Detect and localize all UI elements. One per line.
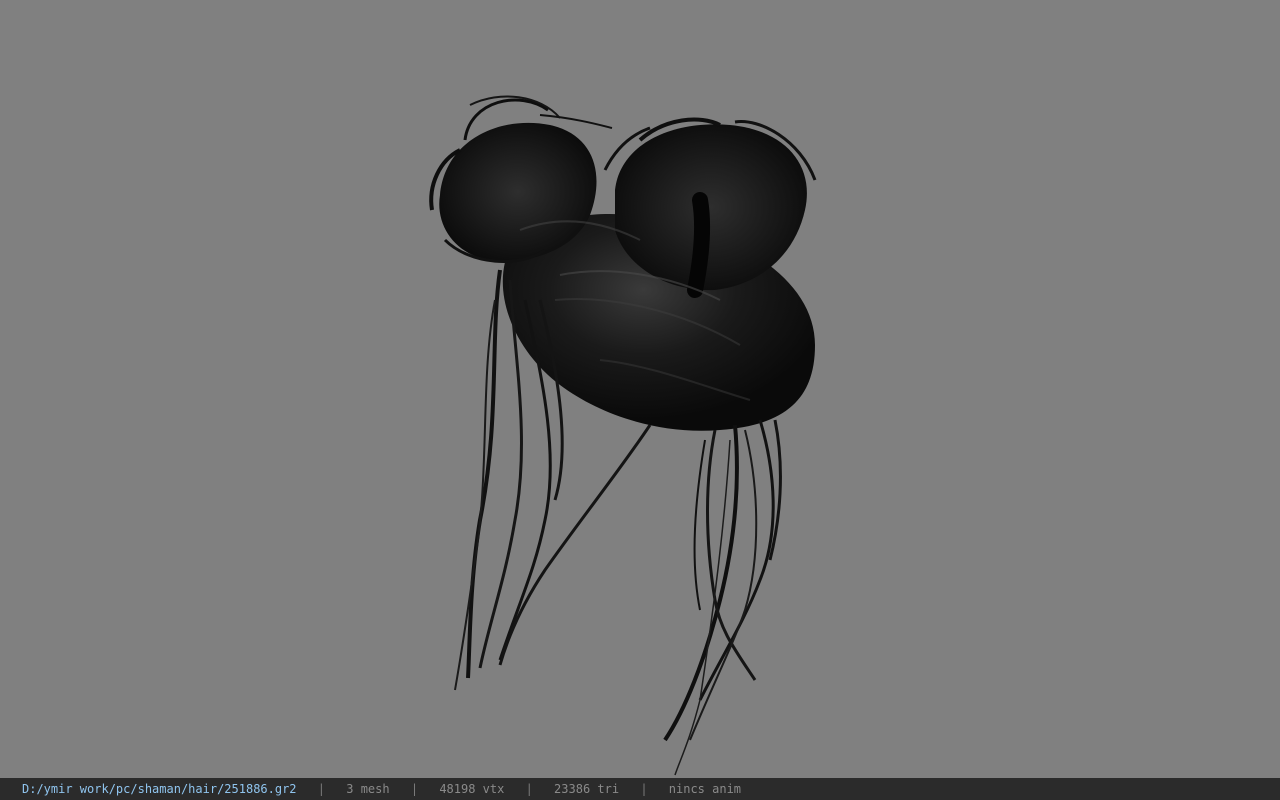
status-bar: D:/ymir work/pc/shaman/hair/251886.gr2 |… <box>0 778 1280 800</box>
file-path: D:/ymir work/pc/shaman/hair/251886.gr2 <box>22 782 297 796</box>
triangle-count: 23386 tri <box>554 782 620 796</box>
separator: | <box>525 782 533 796</box>
separator: | <box>640 782 648 796</box>
hair-model-render <box>429 95 817 776</box>
anim-status: nincs anim <box>668 782 742 796</box>
3d-viewport[interactable] <box>0 0 1280 778</box>
separator: | <box>317 782 326 796</box>
vertex-count: 48198 vtx <box>439 782 505 796</box>
mesh-count: 3 mesh <box>346 782 390 796</box>
hair-right-bun <box>615 124 807 291</box>
separator: | <box>410 782 419 796</box>
